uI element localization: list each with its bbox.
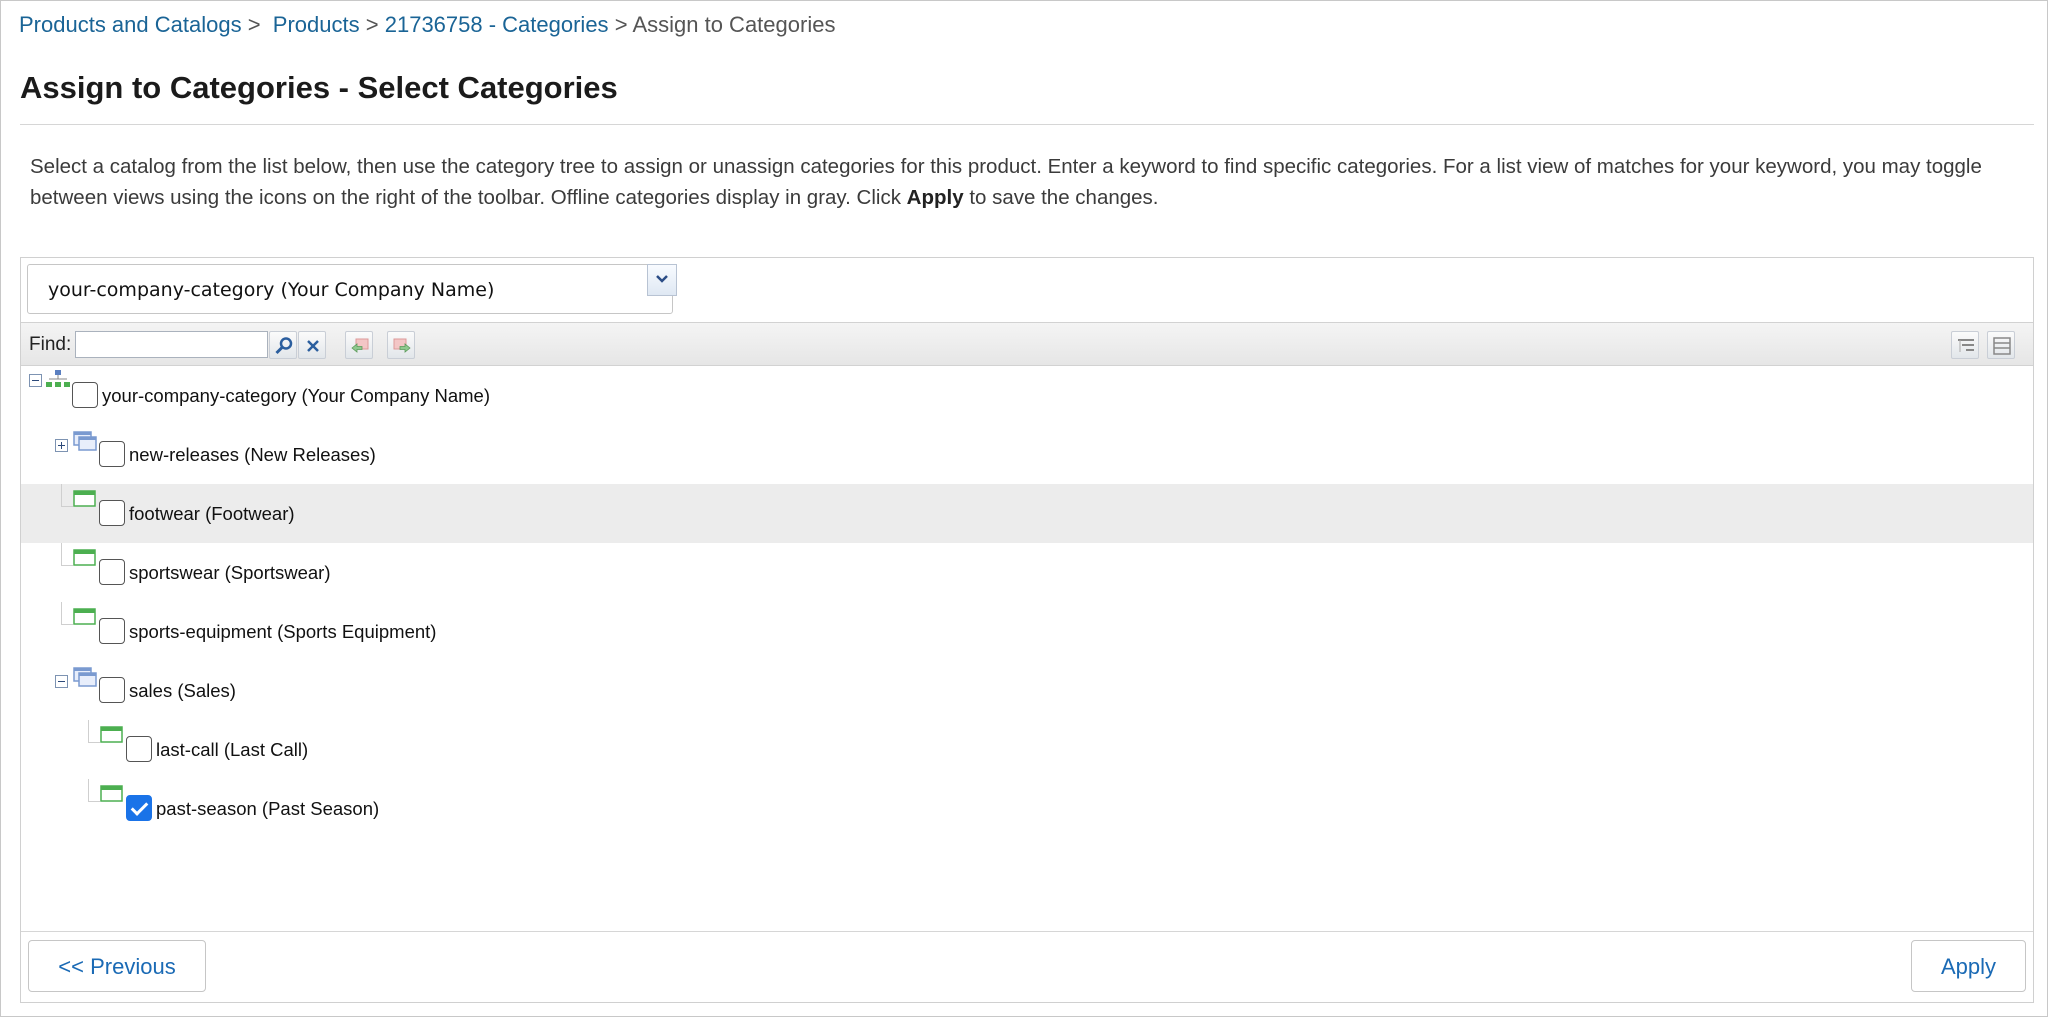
page-title: Assign to Categories - Select Categories [20, 70, 618, 105]
instructions-text-after: to save the changes. [963, 186, 1159, 209]
instructions-text: Select a catalog from the list below, th… [30, 151, 2030, 213]
close-icon [307, 340, 319, 352]
category-checkbox[interactable] [99, 618, 125, 644]
search-button[interactable] [269, 331, 297, 359]
category-assignment-panel: your-company-category (Your Company Name… [20, 257, 2034, 1003]
find-label: Find: [29, 334, 72, 355]
footer-divider [21, 931, 2033, 932]
category-checkbox[interactable] [126, 795, 152, 821]
category-folder-icon [73, 431, 99, 458]
tree-row[interactable]: sportswear (Sportswear) [21, 543, 2033, 602]
breadcrumb-separator: > [614, 12, 628, 37]
category-leaf-icon [100, 785, 124, 810]
category-checkbox[interactable] [99, 500, 125, 526]
breadcrumb-separator: > [365, 12, 379, 37]
category-checkbox[interactable] [72, 382, 98, 408]
breadcrumb: Products and Catalogs > Products > 21736… [19, 12, 835, 38]
tree-row[interactable]: new-releases (New Releases) [21, 425, 2033, 484]
chevron-down-icon [656, 275, 668, 283]
tree-connector-line [61, 624, 73, 625]
tree-row[interactable]: footwear (Footwear) [21, 484, 2033, 543]
search-icon [275, 337, 293, 355]
category-label: past-season (Past Season) [156, 798, 380, 819]
previous-match-button[interactable] [345, 331, 373, 359]
category-leaf-icon [100, 726, 124, 751]
tree-connector-line [61, 506, 73, 507]
arrow-left-icon [351, 338, 369, 353]
previous-button[interactable]: << Previous [28, 940, 206, 992]
category-label: sports-equipment (Sports Equipment) [129, 621, 437, 642]
category-checkbox[interactable] [99, 441, 125, 467]
collapse-node-icon[interactable] [29, 374, 42, 387]
breadcrumb-current: Assign to Categories [632, 12, 836, 37]
apply-button[interactable]: Apply [1911, 940, 2026, 992]
tree-view-button[interactable] [1951, 331, 1979, 359]
category-checkbox[interactable] [99, 559, 125, 585]
title-divider [20, 124, 2034, 125]
tree-connector-line [61, 543, 62, 565]
tree-row[interactable]: sales (Sales) [21, 661, 2033, 720]
category-checkbox[interactable] [99, 677, 125, 703]
tree-toolbar: Find: [21, 322, 2033, 366]
category-leaf-icon [73, 549, 97, 574]
catalog-root-icon [46, 370, 72, 397]
category-label: last-call (Last Call) [156, 739, 309, 760]
tree-row[interactable]: sports-equipment (Sports Equipment) [21, 602, 2033, 661]
tree-connector-line [88, 720, 89, 742]
breadcrumb-link-products-and-catalogs[interactable]: Products and Catalogs [19, 12, 242, 37]
tree-connector-line [61, 602, 62, 624]
find-input[interactable] [75, 331, 268, 358]
tree-view-icon [1958, 339, 1974, 352]
catalog-select[interactable]: your-company-category (Your Company Name… [27, 264, 673, 314]
breadcrumb-link-product-categories[interactable]: 21736758 - Categories [385, 12, 609, 37]
category-label: your-company-category (Your Company Name… [102, 385, 490, 406]
tree-connector-line [61, 565, 73, 566]
list-view-button[interactable] [1987, 331, 2015, 359]
next-match-button[interactable] [387, 331, 415, 359]
breadcrumb-link-products[interactable]: Products [273, 12, 360, 37]
tree-row[interactable]: past-season (Past Season) [21, 779, 2033, 838]
collapse-node-icon[interactable] [55, 675, 68, 688]
arrow-right-icon [393, 338, 411, 353]
tree-connector-line [88, 742, 100, 743]
category-label: sales (Sales) [129, 680, 236, 701]
category-label: new-releases (New Releases) [129, 444, 376, 465]
category-checkbox[interactable] [126, 736, 152, 762]
tree-connector-line [88, 801, 100, 802]
category-label: sportswear (Sportswear) [129, 562, 331, 583]
category-leaf-icon [73, 490, 97, 515]
clear-search-button[interactable] [298, 331, 326, 359]
category-label: footwear (Footwear) [129, 503, 295, 524]
catalog-select-dropdown-button[interactable] [647, 264, 677, 296]
tree-connector-line [61, 484, 62, 506]
expand-node-icon[interactable] [55, 439, 68, 452]
tree-row[interactable]: your-company-category (Your Company Name… [21, 366, 2033, 425]
category-folder-icon [73, 667, 99, 694]
list-view-icon [1993, 337, 2011, 355]
tree-row[interactable]: last-call (Last Call) [21, 720, 2033, 779]
category-leaf-icon [73, 608, 97, 633]
instructions-apply-emphasis: Apply [906, 186, 964, 209]
breadcrumb-separator: > [247, 12, 261, 37]
tree-connector-line [88, 779, 89, 801]
